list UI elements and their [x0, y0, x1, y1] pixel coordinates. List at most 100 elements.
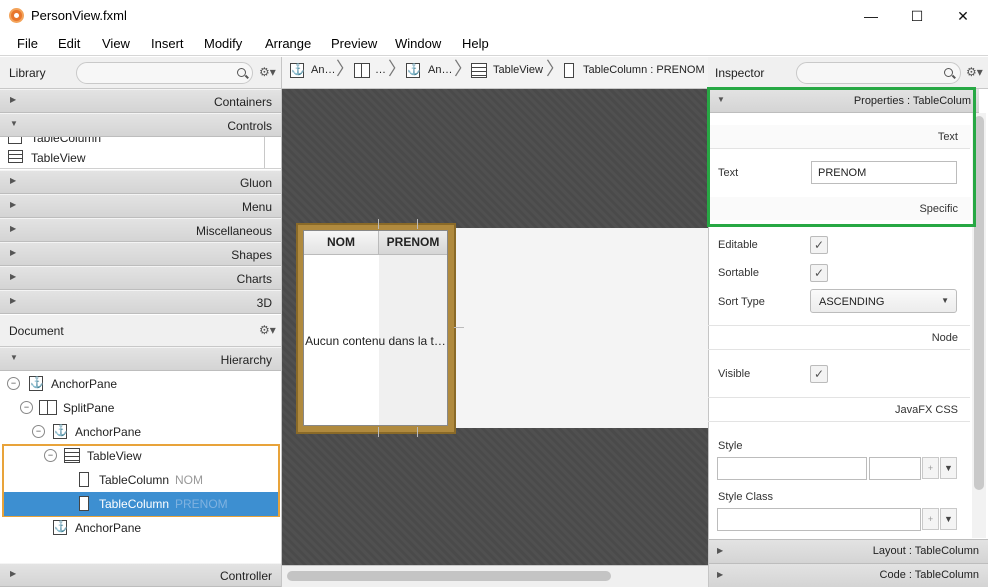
tableview-icon [471, 63, 487, 78]
close-button[interactable]: ✕ [940, 0, 986, 32]
dropdown-arrow-icon: ▼ [941, 296, 949, 305]
section-containers[interactable]: ▶ Containers [0, 89, 281, 113]
breadcrumb-chevron-icon: 〉 [336, 59, 354, 79]
menu-arrange[interactable]: Arrange [265, 36, 311, 51]
section-gluon[interactable]: ▶ Gluon [0, 170, 281, 194]
tree-row-anchorpane-1[interactable]: − ⚓ AnchorPane [0, 420, 281, 444]
menu-insert[interactable]: Insert [151, 36, 184, 51]
breadcrumb-anchorpane-2[interactable]: An… [428, 64, 452, 76]
tableview-icon [64, 448, 80, 463]
anchorpane-icon: ⚓ [53, 520, 68, 535]
inspector-header: Inspector ⚙▾ [708, 57, 988, 89]
sort-type-select[interactable]: ASCENDING ▼ [810, 289, 957, 313]
canvas-scrollbar-thumb[interactable] [287, 571, 611, 581]
tree-row-anchorpane-root[interactable]: − ⚓ AnchorPane [0, 372, 281, 396]
style-class-menu-button[interactable]: ▼ [940, 508, 957, 530]
tree-row-tablecolumn-prenom-selected[interactable]: TableColumn PRENOM [4, 492, 278, 516]
expand-arrow-icon: ▶ [10, 296, 17, 305]
anchorpane-preview[interactable] [456, 228, 708, 428]
section-hierarchy[interactable]: ▼ Hierarchy [0, 347, 281, 371]
breadcrumb-chevron-icon: 〉 [546, 59, 564, 79]
breadcrumb-chevron-icon: 〉 [454, 59, 472, 79]
section-3d[interactable]: ▶ 3D [0, 290, 281, 314]
anchorpane-icon: ⚓ [53, 424, 68, 439]
breadcrumb-chevron-icon: 〉 [388, 59, 406, 79]
editable-label: Editable [718, 239, 758, 251]
tablecolumn-icon [564, 63, 574, 78]
library-search-input[interactable] [76, 62, 253, 84]
layout-section-header[interactable]: ▶ Layout : TableColumn [709, 539, 988, 563]
breadcrumb-anchorpane[interactable]: An… [311, 64, 335, 76]
expand-arrow-icon: ▶ [10, 95, 17, 104]
search-icon [944, 68, 953, 77]
inspector-gear-icon[interactable]: ⚙▾ [966, 65, 983, 79]
breadcrumb-splitpane[interactable]: … [375, 64, 386, 76]
expand-arrow-icon: ▶ [10, 176, 17, 185]
anchorpane-icon: ⚓ [290, 63, 305, 78]
menu-help[interactable]: Help [462, 36, 489, 51]
library-item-tableview[interactable]: TableView [31, 151, 85, 165]
tableview-preview[interactable]: NOM PRENOM Aucun contenu dans la t… [303, 230, 448, 426]
tree-row-splitpane[interactable]: − SplitPane [0, 396, 281, 420]
document-gear-icon[interactable]: ⚙▾ [259, 323, 276, 337]
section-charts[interactable]: ▶ Charts [0, 266, 281, 290]
javafx-css-section-title: JavaFX CSS [895, 404, 958, 416]
collapse-toggle-icon[interactable]: − [44, 449, 57, 462]
section-menu[interactable]: ▶ Menu [0, 194, 281, 218]
menu-edit[interactable]: Edit [58, 36, 80, 51]
breadcrumb-tablecolumn[interactable]: TableColumn : PRENOM [583, 64, 705, 76]
tableview-icon [8, 150, 23, 163]
menu-window[interactable]: Window [395, 36, 441, 51]
visible-label: Visible [718, 368, 751, 380]
style-class-add-button[interactable]: + [922, 508, 939, 530]
inspector-search-input[interactable] [796, 62, 961, 84]
sort-type-label: Sort Type [718, 296, 765, 308]
library-header: Library ⚙▾ [0, 57, 281, 89]
library-gear-icon[interactable]: ⚙▾ [259, 65, 276, 79]
collapse-arrow-icon: ▼ [10, 119, 18, 128]
style-class-field[interactable] [717, 508, 921, 531]
menu-bar: File Edit View Insert Modify Arrange Pre… [0, 32, 988, 56]
library-title: Library [9, 66, 46, 80]
section-controller[interactable]: ▶ Controller [0, 563, 281, 587]
menu-file[interactable]: File [17, 36, 38, 51]
collapse-toggle-icon[interactable]: − [20, 401, 33, 414]
tree-row-tablecolumn-nom[interactable]: TableColumn NOM [0, 468, 281, 492]
column-header-prenom[interactable]: PRENOM [379, 231, 447, 255]
sortable-checkbox[interactable]: ✓ [810, 264, 828, 282]
editable-checkbox[interactable]: ✓ [810, 236, 828, 254]
style-class-label: Style Class [718, 491, 774, 503]
column-guide-tick [378, 427, 379, 437]
minimize-button[interactable]: — [848, 0, 894, 32]
library-item-tablecolumn[interactable]: TableColumn [31, 137, 101, 145]
separator [708, 421, 970, 422]
anchorpane-icon: ⚓ [406, 63, 421, 78]
tree-row-tableview[interactable]: − TableView [0, 444, 281, 468]
section-shapes[interactable]: ▶ Shapes [0, 242, 281, 266]
inspector-title: Inspector [715, 66, 765, 80]
style-property-field[interactable] [717, 457, 867, 480]
column-header-nom[interactable]: NOM [304, 231, 379, 255]
tablecolumn-icon [79, 496, 89, 511]
highlight-box [707, 87, 976, 227]
window-title: PersonView.fxml [31, 8, 127, 23]
maximize-button[interactable]: ☐ [894, 0, 940, 32]
code-section-header[interactable]: ▶ Code : TableColumn [709, 563, 988, 587]
style-label: Style [718, 440, 743, 452]
collapse-toggle-icon[interactable]: − [32, 425, 45, 438]
style-value-field[interactable] [869, 457, 921, 480]
menu-modify[interactable]: Modify [204, 36, 242, 51]
breadcrumb-tableview[interactable]: TableView [493, 64, 543, 76]
menu-view[interactable]: View [102, 36, 130, 51]
style-add-button[interactable]: + [922, 457, 939, 479]
section-miscellaneous[interactable]: ▶ Miscellaneous [0, 218, 281, 242]
style-menu-button[interactable]: ▼ [940, 457, 957, 479]
splitpane-icon [39, 400, 57, 415]
visible-checkbox[interactable]: ✓ [810, 365, 828, 383]
menu-preview[interactable]: Preview [331, 36, 377, 51]
column-guide-tick [417, 219, 418, 229]
collapse-toggle-icon[interactable]: − [7, 377, 20, 390]
section-controls[interactable]: ▼ Controls [0, 113, 281, 137]
scene-builder-app-icon [9, 8, 24, 23]
tree-row-anchorpane-2[interactable]: ⚓ AnchorPane [0, 516, 281, 540]
